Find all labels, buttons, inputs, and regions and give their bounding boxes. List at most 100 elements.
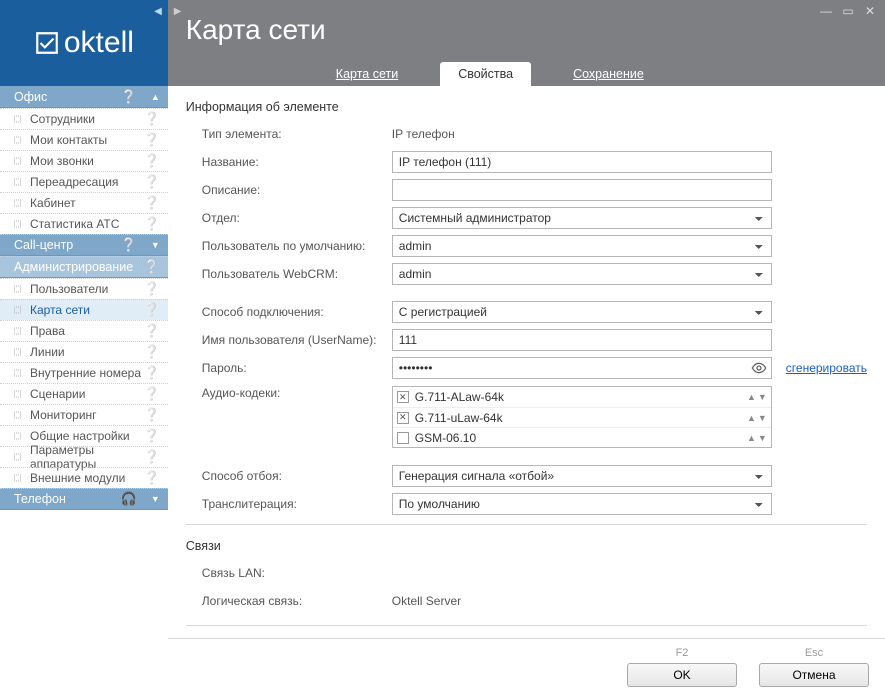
select-default-user[interactable]: admin [392, 235, 772, 257]
codec-name: GSM-06.10 [415, 431, 476, 445]
cancel-shortcut-hint: Esc [805, 647, 823, 659]
help-icon[interactable]: ❔ [144, 386, 160, 402]
help-icon[interactable]: ❔ [121, 89, 137, 105]
footer: F2 OK Esc Отмена [168, 638, 885, 694]
sidebar-section-callcenter[interactable]: Call-центр ❔ ▼ [0, 234, 168, 256]
window-maximize-icon[interactable]: ▭ [839, 4, 857, 18]
label-lan-connection: Связь LAN: [202, 566, 392, 580]
move-down-icon[interactable]: ▼ [758, 392, 767, 402]
sidebar-item-internal-numbers[interactable]: Внутренние номера❔ [0, 362, 168, 383]
select-hangup-method[interactable]: Генерация сигнала «отбой» [392, 465, 772, 487]
password-reveal-icon[interactable] [750, 359, 768, 377]
move-up-icon[interactable]: ▲ [747, 413, 756, 423]
sidebar-item-cabinet[interactable]: Кабинет❔ [0, 192, 168, 213]
tab-network-map[interactable]: Карта сети [318, 62, 416, 86]
ok-shortcut-hint: F2 [676, 647, 689, 659]
brand-logo-icon [34, 30, 60, 56]
sidebar-item-hardware[interactable]: Параметры аппаратуры❔ [0, 446, 168, 467]
label-hangup-method: Способ отбоя: [202, 469, 392, 483]
help-icon[interactable]: ❔ [144, 174, 160, 190]
sidebar-section-phone[interactable]: Телефон 🎧 ▼ [0, 488, 168, 510]
help-icon[interactable]: ❔ [144, 449, 160, 465]
sidebar-collapse-left-icon[interactable]: ◀ [154, 6, 162, 17]
page-title: Карта сети [186, 14, 867, 46]
chevron-down-icon: ▼ [151, 494, 160, 504]
label-connection-type: Способ подключения: [202, 305, 392, 319]
help-icon[interactable]: ❔ [144, 344, 160, 360]
help-icon[interactable]: ❔ [144, 281, 160, 297]
help-icon[interactable]: ❔ [144, 323, 160, 339]
sidebar-item-mycontacts[interactable]: Мои контакты❔ [0, 129, 168, 150]
codec-list: ✕ G.711-ALaw-64k ▲▼ ✕ G.711-uLaw-64k ▲▼ … [392, 386, 772, 448]
sidebar-item-external-modules[interactable]: Внешние модули❔ [0, 467, 168, 488]
input-name[interactable] [392, 151, 772, 173]
sidebar-item-scenarios[interactable]: Сценарии❔ [0, 383, 168, 404]
help-icon[interactable]: ❔ [144, 259, 160, 275]
checkbox-icon[interactable] [397, 432, 409, 444]
select-department[interactable]: Системный администратор [392, 207, 772, 229]
main-panel: ▶ — ▭ ✕ Карта сети Карта сети Свойства С… [168, 0, 885, 694]
sidebar-item-users[interactable]: Пользователи❔ [0, 278, 168, 299]
sidebar-item-network-map[interactable]: Карта сети❔ [0, 299, 168, 320]
tabs: Карта сети Свойства Сохранение [168, 62, 885, 86]
sidebar-item-forwarding[interactable]: Переадресация❔ [0, 171, 168, 192]
label-username: Имя пользователя (UserName): [202, 333, 392, 347]
sidebar-nav: Офис ❔ ▲ Сотрудники❔ Мои контакты❔ Мои з… [0, 86, 168, 694]
move-up-icon[interactable]: ▲ [747, 433, 756, 443]
label-name: Название: [202, 155, 392, 169]
input-username[interactable] [392, 329, 772, 351]
window-close-icon[interactable]: ✕ [861, 4, 879, 18]
codec-row[interactable]: ✕ G.711-ALaw-64k ▲▼ [393, 387, 771, 407]
chevron-down-icon: ▼ [151, 240, 160, 250]
sidebar-item-ats-stats[interactable]: Статистика АТС❔ [0, 213, 168, 234]
sidebar-item-employees[interactable]: Сотрудники❔ [0, 108, 168, 129]
help-icon[interactable]: ❔ [144, 428, 160, 444]
ok-button[interactable]: OK [627, 663, 737, 687]
link-generate-password[interactable]: сгенерировать [786, 361, 867, 375]
sidebar-item-monitoring[interactable]: Мониторинг❔ [0, 404, 168, 425]
select-connection-type[interactable]: С регистрацией [392, 301, 772, 323]
label-logical-connection: Логическая связь: [202, 594, 392, 608]
sidebar-section-office[interactable]: Офис ❔ ▲ [0, 86, 168, 108]
group-title-element-info: Информация об элементе [186, 96, 867, 120]
help-icon[interactable]: ❔ [144, 470, 160, 486]
tab-properties[interactable]: Свойства [440, 62, 531, 86]
cancel-button[interactable]: Отмена [759, 663, 869, 687]
checkbox-icon[interactable]: ✕ [397, 391, 409, 403]
codec-row[interactable]: GSM-06.10 ▲▼ [393, 427, 771, 447]
headset-icon[interactable]: 🎧 [121, 491, 137, 507]
brand-name: oktell [64, 26, 134, 60]
sidebar-item-mycalls[interactable]: Мои звонки❔ [0, 150, 168, 171]
help-icon[interactable]: ❔ [144, 111, 160, 127]
move-up-icon[interactable]: ▲ [747, 392, 756, 402]
sidebar-section-admin[interactable]: Администрирование ❔ [0, 256, 168, 278]
codec-row[interactable]: ✕ G.711-uLaw-64k ▲▼ [393, 407, 771, 427]
select-webcrm-user[interactable]: admin [392, 263, 772, 285]
help-icon[interactable]: ❔ [121, 237, 137, 253]
codec-name: G.711-uLaw-64k [415, 411, 503, 425]
tab-save[interactable]: Сохранение [555, 62, 662, 86]
input-password[interactable] [392, 357, 772, 379]
window-minimize-icon[interactable]: — [817, 4, 835, 18]
help-icon[interactable]: ❔ [144, 365, 160, 381]
help-icon[interactable]: ❔ [144, 153, 160, 169]
help-icon[interactable]: ❔ [144, 407, 160, 423]
select-transliteration[interactable]: По умолчанию [392, 493, 772, 515]
help-icon[interactable]: ❔ [144, 132, 160, 148]
form-content: Информация об элементе Тип элемента: IP … [168, 86, 885, 638]
help-icon[interactable]: ❔ [144, 302, 160, 318]
sidebar-expand-right-icon[interactable]: ▶ [174, 6, 182, 17]
help-icon[interactable]: ❔ [144, 216, 160, 232]
label-transliteration: Транслитерация: [202, 497, 392, 511]
help-icon[interactable]: ❔ [144, 195, 160, 211]
label-audio-codecs: Аудио-кодеки: [202, 386, 392, 400]
titlebar: ▶ — ▭ ✕ Карта сети Карта сети Свойства С… [168, 0, 885, 86]
label-type: Тип элемента: [202, 127, 392, 141]
move-down-icon[interactable]: ▼ [758, 433, 767, 443]
move-down-icon[interactable]: ▼ [758, 413, 767, 423]
chevron-up-icon: ▲ [151, 92, 160, 102]
sidebar-item-lines[interactable]: Линии❔ [0, 341, 168, 362]
sidebar-item-rights[interactable]: Права❔ [0, 320, 168, 341]
checkbox-icon[interactable]: ✕ [397, 412, 409, 424]
input-description[interactable] [392, 179, 772, 201]
